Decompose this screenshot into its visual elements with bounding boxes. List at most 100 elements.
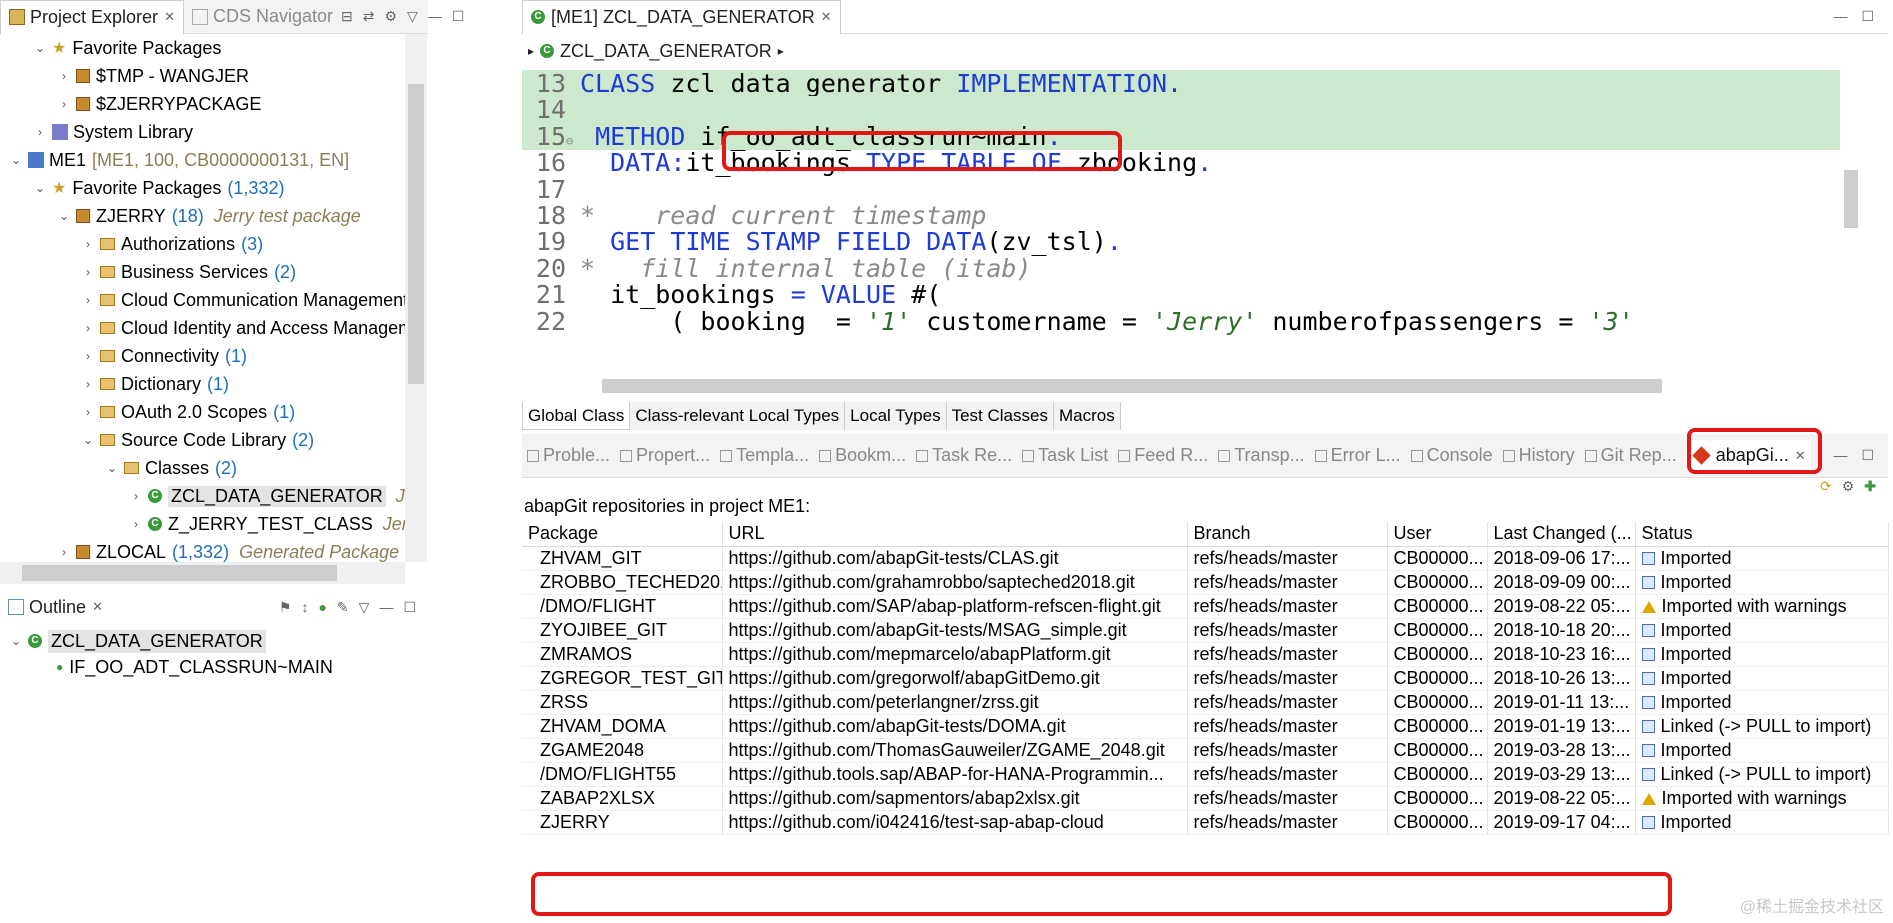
- editor-subtab[interactable]: Global Class: [522, 402, 631, 430]
- column-header[interactable]: Status: [1635, 522, 1889, 547]
- chevron-right-icon[interactable]: ›: [56, 97, 72, 111]
- code-line[interactable]: 13 CLASS zcl_data_generator IMPLEMENTATIO…: [522, 70, 1840, 97]
- chevron-right-icon[interactable]: ›: [56, 69, 72, 83]
- tree-item[interactable]: › System Library: [32, 118, 193, 146]
- table-row[interactable]: ZHVAM_DOMA https://github.com/abapGit-tes…: [522, 714, 1889, 739]
- tree-item[interactable]: ⌄ ZJERRY (18) Jerry test package: [56, 202, 361, 230]
- add-icon[interactable]: ✚: [1864, 478, 1876, 495]
- outline-method[interactable]: ● IF_OO_ADT_CLASSRUN~MAIN: [56, 653, 333, 681]
- minimize-icon[interactable]: —: [1833, 8, 1847, 25]
- column-header[interactable]: User: [1387, 522, 1488, 547]
- code-line[interactable]: 17: [522, 176, 1840, 203]
- code-line[interactable]: 16 DATA:it_bookings TYPE TABLE OF zbooki…: [522, 149, 1840, 176]
- chevron-right-icon[interactable]: ›: [80, 293, 96, 307]
- chevron-right-icon[interactable]: ›: [56, 545, 72, 559]
- code-line[interactable]: 14: [522, 96, 1840, 124]
- table-row[interactable]: ZJERRY https://github.com/i042416/test-sa…: [522, 810, 1889, 835]
- breadcrumb-item[interactable]: ZCL_DATA_GENERATOR: [560, 41, 772, 62]
- tree-item[interactable]: › Business Services (2): [80, 258, 296, 286]
- view-tab[interactable]: Propert...: [615, 440, 715, 472]
- editor-subtab[interactable]: Test Classes: [947, 402, 1054, 430]
- maximize-icon[interactable]: ☐: [1861, 447, 1874, 464]
- tree-item[interactable]: › C ZCL_DATA_GENERATOR Jerry's data ger: [128, 482, 405, 510]
- chevron-down-icon[interactable]: ⌄: [32, 41, 48, 55]
- table-row[interactable]: /DMO/FLIGHT https://github.com/SAP/abap-p…: [522, 594, 1889, 619]
- chevron-down-icon[interactable]: ⌄: [80, 433, 96, 447]
- table-row[interactable]: ZABAP2XLSX https://github.com/sapmentors/…: [522, 786, 1889, 811]
- hide-fields-icon[interactable]: ⚑: [279, 599, 292, 616]
- link-editor-icon[interactable]: ⇄: [363, 8, 375, 25]
- code-line[interactable]: 15⊖ METHOD if_oo_adt_classrun~main.: [522, 122, 1840, 150]
- chevron-right-icon[interactable]: ›: [128, 489, 144, 503]
- table-row[interactable]: ZGAME2048 https://github.com/ThomasGauwei…: [522, 738, 1889, 763]
- settings-icon[interactable]: ⚙: [1842, 478, 1855, 495]
- tree-horizontal-scrollbar[interactable]: [0, 562, 405, 584]
- tree-item[interactable]: › ZLOCAL(1,332) Generated Package for ZLOC…: [56, 538, 405, 562]
- tree-item[interactable]: › $TMP - WANGJER: [56, 62, 249, 90]
- chevron-right-icon[interactable]: ›: [80, 237, 96, 251]
- minimize-icon[interactable]: —: [428, 8, 442, 25]
- chevron-down-icon[interactable]: ⌄: [8, 153, 24, 167]
- table-row[interactable]: ZGREGOR_TEST_GIT https://github.com/grego…: [522, 666, 1889, 691]
- sort-icon[interactable]: ↕: [301, 599, 308, 616]
- editor-vertical-scrollbar[interactable]: [1840, 70, 1862, 375]
- chevron-right-icon[interactable]: ›: [128, 517, 144, 531]
- view-tab[interactable]: Transp...: [1213, 440, 1309, 472]
- view-tab[interactable]: Task List: [1017, 440, 1113, 472]
- editor-subtab[interactable]: Macros: [1054, 402, 1121, 430]
- view-menu-icon[interactable]: ▽: [407, 8, 418, 25]
- maximize-icon[interactable]: ☐: [452, 8, 465, 25]
- view-menu-icon[interactable]: ▽: [359, 599, 370, 616]
- hide-nonpublic-icon[interactable]: ✎: [337, 599, 349, 616]
- view-tab[interactable]: Console: [1406, 440, 1498, 472]
- editor-subtab[interactable]: Class-relevant Local Types: [630, 402, 846, 430]
- refresh-icon[interactable]: ⟳: [1820, 478, 1832, 495]
- chevron-down-icon[interactable]: ⌄: [8, 634, 24, 648]
- outline-root[interactable]: ⌄ C ZCL_DATA_GENERATOR: [8, 627, 266, 655]
- chevron-right-icon[interactable]: ›: [80, 349, 96, 363]
- close-icon[interactable]: ✕: [821, 9, 832, 25]
- close-icon[interactable]: ✕: [92, 599, 103, 615]
- tree-item[interactable]: › Dictionary (1): [80, 370, 229, 398]
- code-area[interactable]: 13 CLASS zcl_data_generator IMPLEMENTATIO…: [522, 70, 1840, 375]
- table-row[interactable]: ZRSS https://github.com/peterlangner/zrss…: [522, 690, 1889, 715]
- tree-item[interactable]: › OAuth 2.0 Scopes (1): [80, 398, 295, 426]
- chevron-right-icon[interactable]: ›: [80, 265, 96, 279]
- tree-item[interactable]: ⌄ Classes (2): [104, 454, 237, 482]
- chevron-right-icon[interactable]: ›: [80, 377, 96, 391]
- view-tab[interactable]: Proble...: [522, 440, 615, 472]
- column-header[interactable]: URL: [722, 522, 1188, 547]
- chevron-down-icon[interactable]: ⌄: [56, 209, 72, 223]
- tree-item[interactable]: ⌄ ★ Favorite Packages: [32, 34, 221, 62]
- close-icon[interactable]: ✕: [164, 9, 175, 25]
- tree-item[interactable]: ›Cloud Identity and Access Management(2): [80, 314, 405, 342]
- code-line[interactable]: 18 * read current timestamp: [522, 202, 1840, 229]
- tab-cds-navigator[interactable]: CDS Navigator: [184, 0, 341, 34]
- view-tab[interactable]: Templa...: [715, 440, 814, 472]
- tab-project-explorer[interactable]: Project Explorer ✕: [0, 0, 184, 34]
- tree-item[interactable]: › Authorizations (3): [80, 230, 263, 258]
- minimize-icon[interactable]: —: [1833, 447, 1847, 464]
- chevron-down-icon[interactable]: ⌄: [104, 461, 120, 475]
- view-tab[interactable]: Git Rep...: [1580, 440, 1682, 472]
- collapse-all-icon[interactable]: ⊟: [341, 8, 353, 25]
- column-header[interactable]: Last Changed (...: [1487, 522, 1636, 547]
- editor-subtab[interactable]: Local Types: [845, 402, 947, 430]
- tree-item[interactable]: › Connectivity (1): [80, 342, 247, 370]
- maximize-icon[interactable]: ☐: [403, 599, 416, 616]
- view-tab[interactable]: Task Re...: [911, 440, 1017, 472]
- table-row[interactable]: ZMRAMOS https://github.com/mepmarcelo/aba…: [522, 642, 1889, 667]
- view-tab[interactable]: History: [1498, 440, 1580, 472]
- tree-item[interactable]: ⌄ ★ Favorite Packages (1,332): [32, 174, 285, 202]
- tab-editor-zcl-data-generator[interactable]: C [ME1] ZCL_DATA_GENERATOR ✕: [522, 0, 841, 34]
- column-header[interactable]: Package: [522, 522, 723, 547]
- code-line[interactable]: 22 ( booking = '1' customername = 'Jerry…: [522, 308, 1840, 335]
- tree-item[interactable]: ⌄ Source Code Library (2): [80, 426, 314, 454]
- table-row[interactable]: /DMO/FLIGHT55 https://github.tools.sap/AB…: [522, 762, 1889, 787]
- tree-item[interactable]: › C Z_JERRY_TEST_CLASS Jerry's first class …: [128, 510, 405, 538]
- code-line[interactable]: 20 * fill internal table (itab): [522, 255, 1840, 282]
- tree-item[interactable]: › $ZJERRYPACKAGE: [56, 90, 261, 118]
- minimize-icon[interactable]: —: [379, 599, 393, 616]
- chevron-right-icon[interactable]: ›: [32, 125, 48, 139]
- tab-outline[interactable]: Outline ✕: [0, 590, 111, 624]
